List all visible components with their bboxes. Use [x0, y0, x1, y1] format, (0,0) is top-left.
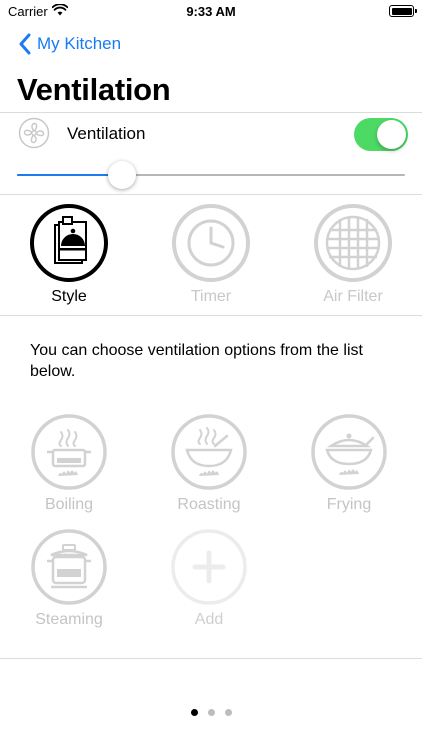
slider-fill: [17, 174, 122, 176]
option-frying-label: Frying: [326, 496, 372, 513]
page-dot[interactable]: [224, 709, 232, 716]
option-boiling[interactable]: Boiling: [14, 412, 124, 514]
back-button[interactable]: My Kitchen: [18, 32, 121, 56]
divider: [0, 194, 422, 195]
boiling-pot-icon: [31, 414, 107, 490]
option-frying[interactable]: Frying: [294, 412, 404, 514]
air-filter-grid-icon: [314, 204, 392, 282]
option-roasting[interactable]: Roasting: [154, 412, 264, 514]
clock-time: 9:33 AM: [186, 4, 236, 19]
mode-style-label: Style: [51, 288, 87, 305]
page-title: Ventilation: [17, 72, 171, 107]
mode-style[interactable]: Style: [9, 202, 129, 306]
frying-pan-icon: [311, 414, 387, 490]
mode-air-filter-label: Air Filter: [323, 288, 383, 305]
ventilation-toggle[interactable]: [354, 118, 408, 151]
roasting-pan-icon: [171, 414, 247, 490]
divider: [0, 658, 422, 659]
page-indicator[interactable]: [0, 709, 422, 716]
mode-air-filter[interactable]: Air Filter: [293, 202, 413, 306]
add-plus-icon: [171, 529, 247, 605]
option-add[interactable]: Add: [154, 527, 264, 629]
chevron-left-icon: [19, 33, 31, 55]
cooking-style-icon: [30, 204, 108, 282]
steaming-pot-icon: [31, 529, 107, 605]
page-dot[interactable]: [190, 709, 198, 716]
fan-icon: [18, 117, 50, 149]
toggle-knob: [377, 120, 406, 149]
mode-timer-label: Timer: [190, 288, 232, 305]
divider: [0, 315, 422, 316]
divider: [0, 112, 422, 113]
page-dot[interactable]: [207, 709, 215, 716]
ventilation-label: Ventilation: [67, 124, 146, 143]
fan-speed-slider[interactable]: [17, 160, 405, 190]
timer-clock-icon: [172, 204, 250, 282]
mode-timer[interactable]: Timer: [151, 202, 271, 306]
battery-icon: [389, 5, 417, 17]
back-button-label: My Kitchen: [37, 34, 122, 53]
option-boiling-label: Boiling: [44, 496, 94, 513]
option-steaming-label: Steaming: [35, 611, 103, 628]
option-steaming[interactable]: Steaming: [14, 527, 124, 629]
instructions-text: You can choose ventilation options from …: [30, 342, 363, 380]
option-roasting-label: Roasting: [177, 496, 241, 513]
option-add-label: Add: [194, 611, 224, 628]
slider-thumb[interactable]: [107, 161, 136, 189]
status-bar: Carrier 9:33 AM: [0, 0, 422, 24]
